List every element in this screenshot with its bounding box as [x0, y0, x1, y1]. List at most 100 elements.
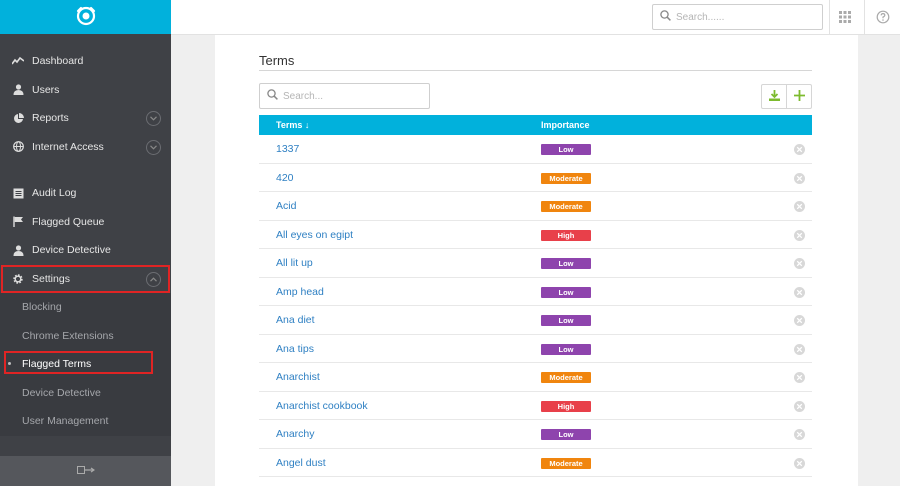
sidebar-subitem-blocking[interactable]: Blocking	[0, 293, 171, 322]
importance-badge: Low	[541, 286, 591, 298]
remove-term-button[interactable]	[794, 172, 805, 184]
close-icon	[796, 232, 803, 238]
sidebar-item-label: Settings	[32, 272, 70, 285]
chevron-down-icon[interactable]	[146, 139, 161, 155]
remove-term-button[interactable]	[794, 457, 805, 469]
term-link[interactable]: Acid	[276, 200, 296, 212]
remove-term-button[interactable]	[794, 372, 805, 383]
sidebar-item-dashboard[interactable]: Dashboard	[0, 47, 171, 76]
remove-term-button[interactable]	[794, 315, 805, 326]
sidebar: Dashboard Users Reports Internet Access	[0, 0, 171, 486]
sidebar-item-label: Audit Log	[32, 187, 77, 200]
importance-badge: High	[541, 229, 591, 241]
apps-grid-icon[interactable]	[838, 10, 852, 24]
table-row: Anarchist cookbook High	[259, 392, 812, 420]
sidebar-item-label: Device Detective	[32, 244, 111, 257]
sidebar-subitem-label: Blocking	[22, 301, 62, 314]
importance-badge: Moderate	[541, 201, 591, 212]
add-term-button[interactable]	[786, 85, 811, 108]
importance-badge: Low	[541, 343, 591, 355]
importance-badge: High	[541, 400, 591, 412]
remove-term-button[interactable]	[794, 258, 805, 269]
close-icon	[796, 175, 803, 181]
help-icon[interactable]	[876, 10, 890, 24]
remove-term-button[interactable]	[794, 286, 805, 298]
terms-search[interactable]	[259, 83, 430, 109]
column-header-importance[interactable]: Importance	[541, 120, 590, 130]
sidebar-subitem-user-management[interactable]: User Management	[0, 407, 171, 436]
table-row: Amp head Low	[259, 278, 812, 306]
table-row: Anarchy Low	[259, 420, 812, 449]
divider	[829, 0, 830, 35]
remove-term-button[interactable]	[794, 229, 805, 241]
activity-icon	[12, 55, 24, 67]
remove-term-button[interactable]	[794, 400, 805, 412]
close-icon	[796, 146, 803, 153]
importance-badge: Low	[541, 315, 591, 326]
log-icon	[12, 187, 24, 199]
table-row: All lit up Low	[259, 249, 812, 278]
sidebar-item-settings[interactable]: Settings	[1, 264, 170, 293]
sidebar-item-reports[interactable]: Reports	[0, 104, 171, 133]
sidebar-item-users[interactable]: Users	[0, 76, 171, 105]
title-divider	[259, 70, 812, 71]
logo-icon[interactable]	[75, 5, 97, 30]
user-icon	[12, 244, 24, 256]
term-link[interactable]: Anarchist	[276, 371, 320, 383]
importance-badge: Low	[541, 429, 591, 440]
term-link[interactable]: Ana diet	[276, 314, 315, 326]
term-link[interactable]: Amp head	[276, 286, 324, 298]
table-row: 1337 Low	[259, 135, 812, 164]
close-icon	[796, 403, 803, 409]
term-link[interactable]: All eyes on egipt	[276, 229, 353, 241]
sidebar-item-audit-log[interactable]: Audit Log	[0, 179, 171, 208]
chevron-up-icon[interactable]	[146, 271, 161, 287]
sidebar-item-label: Internet Access	[32, 140, 104, 153]
close-icon	[796, 431, 803, 438]
chevron-down-icon[interactable]	[146, 111, 161, 126]
sidebar-item-flagged-queue[interactable]: Flagged Queue	[0, 208, 171, 237]
download-button[interactable]	[762, 85, 786, 108]
term-link[interactable]: Anarchist cookbook	[276, 400, 368, 412]
terms-table-body: 1337 Low 420 Moderate Acid Moderate All eyes o…	[259, 135, 812, 477]
term-link[interactable]: 420	[276, 172, 294, 184]
importance-badge: Moderate	[541, 457, 591, 469]
collapse-sidebar-icon[interactable]	[76, 465, 95, 478]
term-link[interactable]: Ana tips	[276, 343, 314, 355]
active-indicator	[8, 362, 11, 365]
terms-card: Terms Terms ↓ Importance 1337 Low 420 Moder…	[215, 35, 858, 486]
download-icon	[768, 89, 781, 105]
sidebar-item-internet-access[interactable]: Internet Access	[0, 133, 171, 162]
remove-term-button[interactable]	[794, 343, 805, 355]
term-link[interactable]: 1337	[276, 143, 299, 155]
page-title: Terms	[259, 53, 295, 68]
remove-term-button[interactable]	[794, 429, 805, 440]
remove-term-button[interactable]	[794, 201, 805, 212]
sidebar-item-label: Dashboard	[32, 55, 84, 68]
column-header-terms[interactable]: Terms ↓	[276, 120, 309, 130]
close-icon	[796, 346, 803, 352]
table-row: All eyes on egipt High	[259, 221, 812, 249]
sidebar-subitem-chrome-extensions[interactable]: Chrome Extensions	[0, 322, 171, 351]
term-link[interactable]: Angel dust	[276, 457, 326, 469]
gear-icon	[12, 273, 24, 285]
terms-search-input[interactable]	[283, 90, 413, 102]
sidebar-subitem-device-detective[interactable]: Device Detective	[0, 379, 171, 408]
global-search[interactable]	[652, 4, 823, 30]
top-bar	[171, 0, 900, 35]
flag-icon	[12, 216, 24, 228]
remove-term-button[interactable]	[794, 144, 805, 155]
sidebar-subitem-flagged-terms[interactable]: Flagged Terms	[0, 350, 171, 379]
globe-icon	[12, 141, 24, 153]
table-row: 420 Moderate	[259, 164, 812, 192]
global-search-input[interactable]	[676, 11, 806, 23]
pie-chart-icon	[12, 112, 24, 124]
close-icon	[796, 203, 803, 210]
sidebar-item-device-detective[interactable]: Device Detective	[0, 236, 171, 265]
table-row: Anarchist Moderate	[259, 363, 812, 392]
term-link[interactable]: Anarchy	[276, 428, 315, 440]
term-link[interactable]: All lit up	[276, 257, 313, 269]
nav-separator	[0, 161, 171, 179]
table-row: Acid Moderate	[259, 192, 812, 221]
highlight-box	[4, 351, 153, 374]
